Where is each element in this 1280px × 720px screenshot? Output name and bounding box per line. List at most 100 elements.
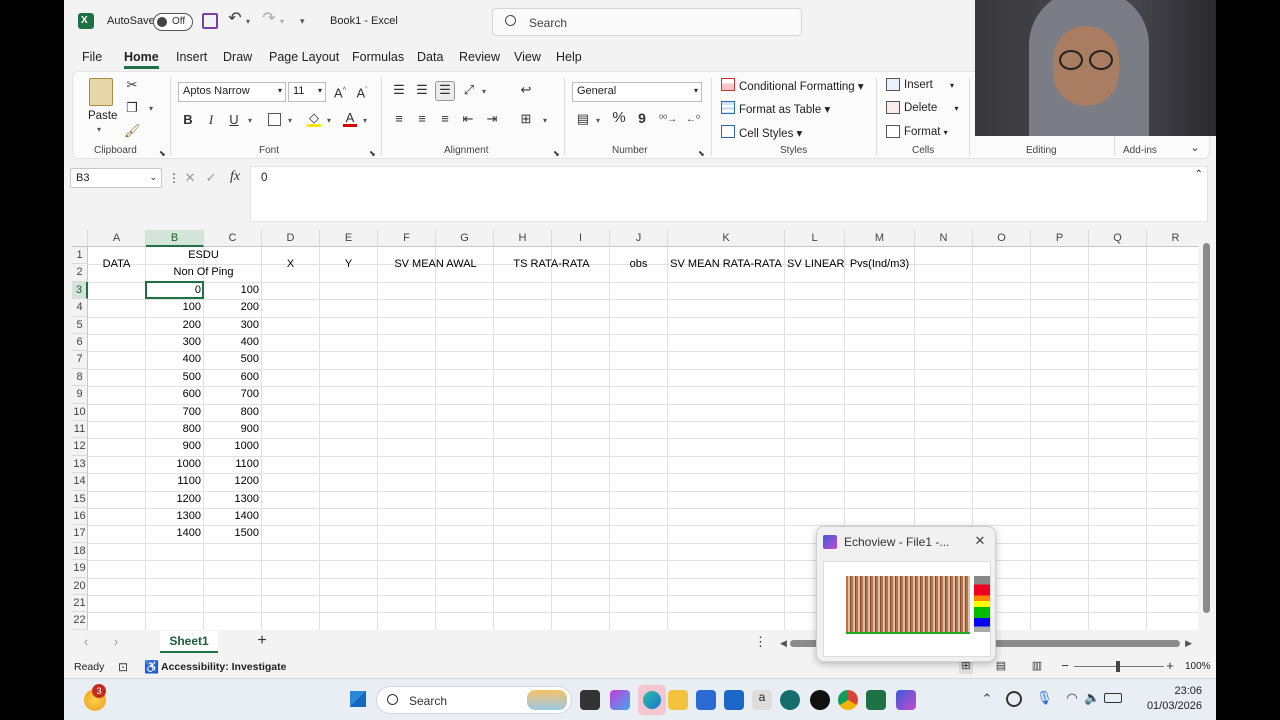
- menu-home[interactable]: Home: [124, 50, 159, 69]
- taskview-icon[interactable]: [580, 690, 600, 710]
- column-header-e[interactable]: E: [320, 230, 378, 247]
- tray-overflow-icon[interactable]: ⌃: [980, 691, 994, 707]
- row-header-15[interactable]: 15: [72, 490, 88, 508]
- windows-start-icon[interactable]: [350, 691, 366, 707]
- cell-sv-mean-awal-header[interactable]: SV MEAN AWAL: [380, 247, 491, 282]
- menu-data[interactable]: Data: [417, 50, 443, 64]
- cancel-entry-icon[interactable]: ✕: [183, 170, 197, 186]
- increase-indent-icon[interactable]: ⇥: [484, 111, 500, 127]
- page-layout-view-icon[interactable]: ▤: [994, 658, 1008, 674]
- row-header-6[interactable]: 6: [72, 334, 88, 352]
- search-app-icon[interactable]: [780, 690, 800, 710]
- cell-pvs-header[interactable]: Pvs(Ind/m3): [847, 247, 912, 282]
- conditional-formatting-button[interactable]: Conditional Formatting ▾: [739, 79, 864, 93]
- cell-y-header[interactable]: Y: [322, 247, 375, 282]
- row-header-14[interactable]: 14: [72, 473, 88, 491]
- popup-close-icon[interactable]: ✕: [973, 533, 987, 549]
- cell-c6[interactable]: 400: [206, 334, 259, 351]
- fill-color-dropdown-icon[interactable]: ▾: [327, 116, 331, 125]
- cell-c3[interactable]: 100: [206, 282, 259, 299]
- redo-dropdown-icon[interactable]: ▾: [280, 17, 284, 26]
- cut-icon[interactable]: ✂: [124, 77, 140, 93]
- italic-button[interactable]: I: [204, 112, 218, 128]
- column-header-k[interactable]: K: [668, 230, 785, 247]
- macro-record-icon[interactable]: ⊡: [116, 659, 130, 675]
- accessibility-status[interactable]: Accessibility: Investigate: [161, 661, 286, 673]
- excel-taskbar-icon[interactable]: [866, 690, 886, 710]
- battery-icon[interactable]: [1104, 693, 1122, 703]
- save-icon[interactable]: [202, 13, 218, 29]
- cell-b4[interactable]: 100: [148, 299, 201, 316]
- underline-button[interactable]: U: [227, 112, 241, 128]
- copy-dropdown-icon[interactable]: ▾: [149, 104, 153, 113]
- cell-b16[interactable]: 1300: [148, 508, 201, 525]
- font-color-dropdown-icon[interactable]: ▾: [363, 116, 367, 125]
- ribbon-collapse-icon[interactable]: ⌄: [1188, 140, 1202, 156]
- font-name-combo[interactable]: Aptos Narrow ▾: [178, 82, 286, 102]
- merge-center-icon[interactable]: ⊞: [518, 111, 534, 127]
- cell-c17[interactable]: 1500: [206, 525, 259, 542]
- row-header-13[interactable]: 13: [72, 455, 88, 474]
- file-explorer-icon[interactable]: [668, 690, 688, 710]
- cell-b7[interactable]: 400: [148, 351, 201, 368]
- paste-dropdown-icon[interactable]: ▾: [97, 125, 101, 134]
- underline-dropdown-icon[interactable]: ▾: [248, 116, 252, 125]
- align-top-icon[interactable]: ☰: [391, 82, 407, 98]
- number-launcher-icon[interactable]: ⬊: [698, 146, 705, 162]
- row-header-18[interactable]: 18: [72, 542, 88, 561]
- cell-data-header[interactable]: DATA: [90, 247, 143, 282]
- comma-style-button[interactable]: 9: [636, 110, 648, 126]
- undo-icon[interactable]: ↶: [226, 11, 244, 27]
- column-header-b[interactable]: B: [146, 230, 204, 247]
- cell-non-of-ping-header[interactable]: Non Of Ping: [148, 264, 259, 281]
- row-header-12[interactable]: 12: [72, 438, 88, 456]
- cell-b11[interactable]: 800: [148, 421, 201, 438]
- cell-ts-rata-header[interactable]: TS RATA-RATA: [496, 247, 607, 282]
- next-sheet-icon[interactable]: ›: [110, 634, 122, 650]
- edge-active-icon[interactable]: [638, 685, 666, 715]
- cell-c12[interactable]: 1000: [206, 438, 259, 455]
- chrome-icon[interactable]: [838, 690, 858, 710]
- prev-sheet-icon[interactable]: ‹: [80, 634, 92, 650]
- redo-icon[interactable]: ↷: [260, 11, 278, 27]
- volume-icon[interactable]: 🔈: [1084, 690, 1100, 706]
- menu-insert[interactable]: Insert: [176, 50, 207, 64]
- autosave-toggle[interactable]: Off: [153, 13, 193, 31]
- percent-button[interactable]: %: [611, 110, 627, 126]
- row-header-16[interactable]: 16: [72, 508, 88, 526]
- formula-input[interactable]: 0 ⌃: [250, 166, 1208, 222]
- paste-icon[interactable]: [89, 78, 113, 106]
- column-header-n[interactable]: N: [915, 230, 973, 247]
- cell-esdu-header[interactable]: ESDU: [148, 247, 259, 264]
- clipboard-launcher-icon[interactable]: ⬊: [159, 146, 166, 162]
- cell-b9[interactable]: 600: [148, 386, 201, 403]
- row-header-17[interactable]: 17: [72, 525, 88, 543]
- align-bottom-icon[interactable]: ☰: [435, 81, 455, 101]
- popup-preview[interactable]: [823, 561, 991, 657]
- media-app-icon[interactable]: [810, 690, 830, 710]
- row-header-5[interactable]: 5: [72, 316, 88, 334]
- more-options-icon[interactable]: ⋮: [168, 170, 180, 186]
- format-cells-button[interactable]: Format ▾: [904, 126, 948, 138]
- cell-b5[interactable]: 200: [148, 317, 201, 334]
- column-header-m[interactable]: M: [845, 230, 915, 247]
- row-header-19[interactable]: 19: [72, 560, 88, 578]
- column-header-l[interactable]: L: [785, 230, 845, 247]
- active-cell-selection[interactable]: [145, 280, 204, 300]
- cell-styles-button[interactable]: Cell Styles ▾: [739, 126, 802, 140]
- security-tray-icon[interactable]: [1006, 691, 1022, 707]
- cell-obs-header[interactable]: obs: [612, 247, 665, 282]
- customize-toolbar-icon[interactable]: ▾: [300, 16, 305, 27]
- cell-x-header[interactable]: X: [264, 247, 317, 282]
- row-header-2[interactable]: 2: [72, 264, 88, 282]
- zoom-out-icon[interactable]: −: [1060, 658, 1070, 674]
- cell-b14[interactable]: 1100: [148, 473, 201, 490]
- align-middle-icon[interactable]: ☰: [414, 82, 430, 98]
- column-header-d[interactable]: D: [262, 230, 320, 247]
- orientation-icon[interactable]: ⤢: [461, 82, 477, 98]
- column-header-o[interactable]: O: [973, 230, 1031, 247]
- store-icon[interactable]: [696, 690, 716, 710]
- decrease-indent-icon[interactable]: ⇤: [460, 111, 476, 127]
- cell-c16[interactable]: 1400: [206, 508, 259, 525]
- cell-b15[interactable]: 1200: [148, 491, 201, 508]
